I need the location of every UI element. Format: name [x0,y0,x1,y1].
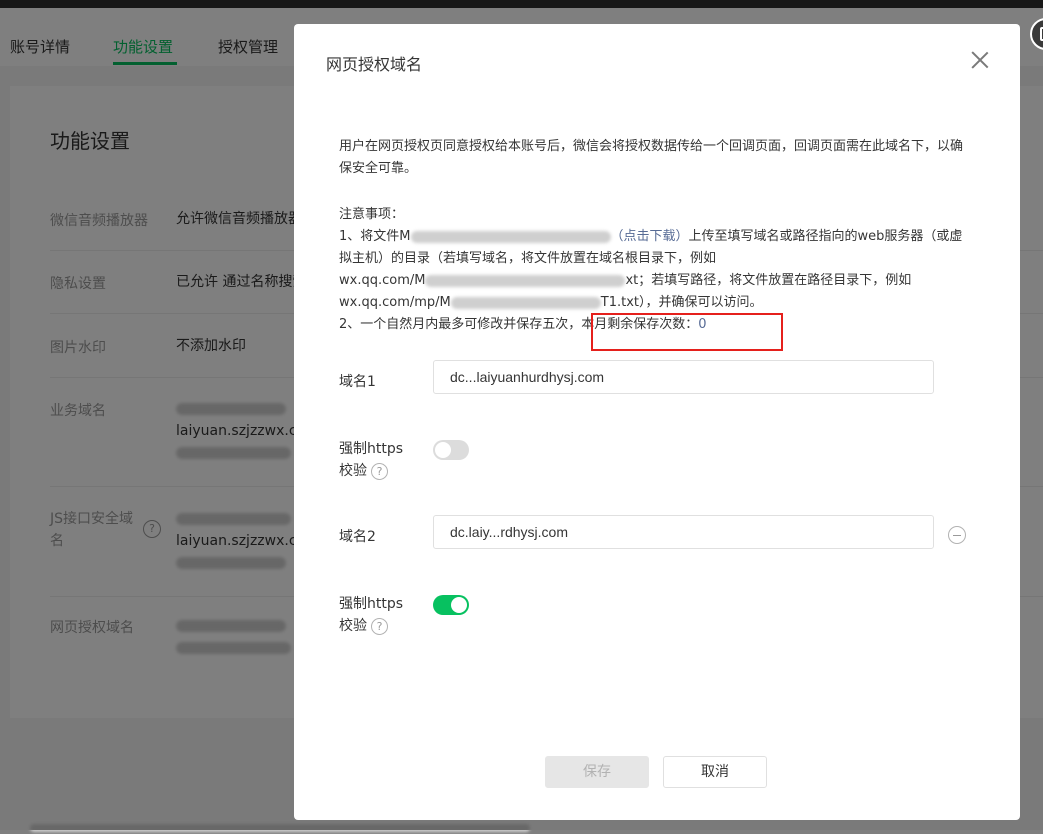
verify-text: 校验 [339,618,367,634]
domain1-input[interactable]: dc...laiyuanhurdhysj.com [433,360,934,394]
note2-text: 2、一个自然月内最多可修改并保存五次， [339,317,582,332]
note-1-example-2: wx.qq.com/mp/M T1.txt），并确保可以访问。 [339,292,969,314]
domain2-https-label: 强制https 校验? [339,593,403,637]
verify-text: 校验 [339,463,367,479]
example2-suffix: T1.txt），并确保可以访问。 [600,295,763,310]
cancel-button[interactable]: 取消 [663,756,767,788]
notes-title: 注意事项： [339,207,405,222]
note-1-example-1: wx.qq.com/M xt；若填写路径，将文件放置在路径目录下，例如 [339,270,969,292]
dialog-title: 网页授权域名 [326,55,423,74]
help-icon[interactable]: ? [371,462,388,480]
close-icon[interactable] [970,50,990,70]
example1-prefix: wx.qq.com/M [339,273,426,288]
domain2-https-toggle[interactable] [433,595,469,615]
remove-domain-icon[interactable] [948,526,966,544]
highlight-box [591,313,783,351]
save-button[interactable]: 保存 [545,756,649,788]
example2-prefix: wx.qq.com/mp/M [339,295,451,310]
force-https-text: 强制https [339,596,404,612]
help-icon[interactable]: ? [371,617,388,635]
toggle-knob [451,597,467,613]
domain2-input[interactable]: dc.laiy...rdhysj.com [433,515,934,549]
download-link[interactable]: （点击下载） [611,229,689,244]
domain1-https-toggle[interactable] [433,440,469,460]
toggle-knob [435,442,451,458]
force-https-text: 强制https [339,441,404,457]
note-1: 1、将文件M （点击下载）上传至填写域名或路径指向的web服务器（或虚拟主机）的目… [339,226,969,270]
example1-suffix: xt；若填写路径，将文件放置在路径目录下，例如 [625,273,912,288]
web-auth-domain-dialog: 网页授权域名 用户在网页授权页同意授权给本账号后，微信会将授权数据传给一个回调页… [294,24,1020,820]
domain1-label: 域名1 [339,374,376,390]
domain1-https-label: 强制https 校验? [339,438,403,482]
domain2-label: 域名2 [339,529,376,545]
dialog-description: 用户在网页授权页同意授权给本账号后，微信会将授权数据传给一个回调页面，回调页面需… [339,139,964,176]
note1-prefix: 1、将文件M [339,229,411,244]
